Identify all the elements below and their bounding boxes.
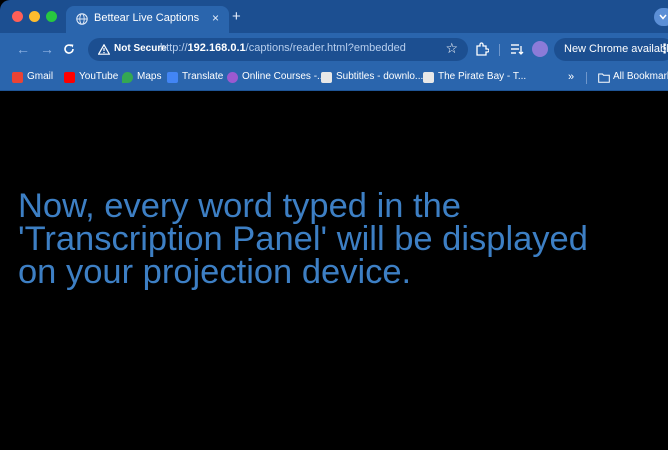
globe-icon	[76, 13, 88, 25]
close-window-button[interactable]	[12, 11, 23, 22]
bookmarks-divider	[586, 72, 587, 84]
tab-strip: Bettear Live Captions × +	[0, 0, 668, 33]
page-content: Now, every word typed in the 'Transcript…	[0, 91, 668, 450]
extensions-icon[interactable]	[475, 42, 489, 56]
chrome-update-button[interactable]: New Chrome available ⋮	[554, 38, 668, 61]
bookmarks-bar: Gmail YouTube Maps Translate Online Cour…	[0, 66, 668, 91]
piratebay-icon	[423, 72, 434, 83]
update-label: New Chrome available	[564, 43, 668, 55]
caption-text: Now, every word typed in the 'Transcript…	[18, 187, 658, 291]
bookmark-label: Subtitles - downlo...	[336, 71, 424, 82]
address-bar[interactable]: Not Secure http://192.168.0.1/captions/r…	[88, 38, 468, 61]
url-scheme: http://	[160, 42, 188, 54]
warning-icon	[98, 44, 110, 55]
caption-line: on your projection device.	[18, 253, 412, 291]
caption-line: Now, every word typed in the	[18, 187, 461, 225]
reading-list-icon[interactable]	[510, 42, 524, 56]
caption-line: 'Transcription Panel' will be displayed	[18, 220, 588, 258]
courses-icon	[227, 72, 238, 83]
toolbar-divider	[499, 44, 500, 56]
reload-icon	[64, 44, 74, 54]
folder-icon	[598, 73, 610, 83]
security-chip[interactable]: Not Secure	[94, 41, 167, 58]
bookmark-label: YouTube	[79, 71, 119, 82]
reload-button[interactable]	[63, 41, 75, 58]
tab-title: Bettear Live Captions	[94, 12, 200, 24]
chevron-down-icon	[659, 14, 667, 20]
url-host: 192.168.0.1	[187, 42, 246, 54]
maximize-window-button[interactable]	[46, 11, 57, 22]
not-secure-label: Not Secure	[114, 43, 167, 54]
bookmark-label: Online Courses -...	[242, 71, 326, 82]
all-bookmarks-button[interactable]: All Bookmarks	[613, 71, 668, 82]
subtitles-icon	[321, 72, 332, 83]
gmail-icon	[12, 72, 23, 83]
maps-icon	[122, 72, 133, 83]
bookmarks-overflow-button[interactable]: »	[568, 71, 574, 83]
bookmark-label: The Pirate Bay - T...	[438, 71, 527, 82]
tab-active[interactable]: Bettear Live Captions ×	[66, 6, 229, 33]
browser-window: Bettear Live Captions × + ← → Not Secure…	[0, 0, 668, 450]
back-button[interactable]: ←	[16, 41, 30, 57]
new-tab-button[interactable]: +	[232, 9, 241, 24]
bookmark-label: Maps	[137, 71, 162, 82]
forward-button[interactable]: →	[40, 41, 54, 57]
bookmark-label: Translate	[182, 71, 224, 82]
translate-icon	[167, 72, 178, 83]
tab-search-button[interactable]	[654, 8, 668, 26]
bookmark-star-icon[interactable]: ☆	[445, 40, 458, 57]
url-text[interactable]: http://192.168.0.1/captions/reader.html?…	[160, 42, 406, 54]
minimize-window-button[interactable]	[29, 11, 40, 22]
bookmark-label: Gmail	[27, 71, 54, 82]
tab-close-icon[interactable]: ×	[212, 11, 219, 25]
url-path: /captions/reader.html?embedded	[245, 42, 406, 54]
menu-icon[interactable]: ⋮	[658, 41, 668, 57]
youtube-icon	[64, 72, 75, 83]
profile-avatar[interactable]	[532, 41, 548, 57]
toolbar: ← → Not Secure http://192.168.0.1/captio…	[0, 33, 668, 66]
